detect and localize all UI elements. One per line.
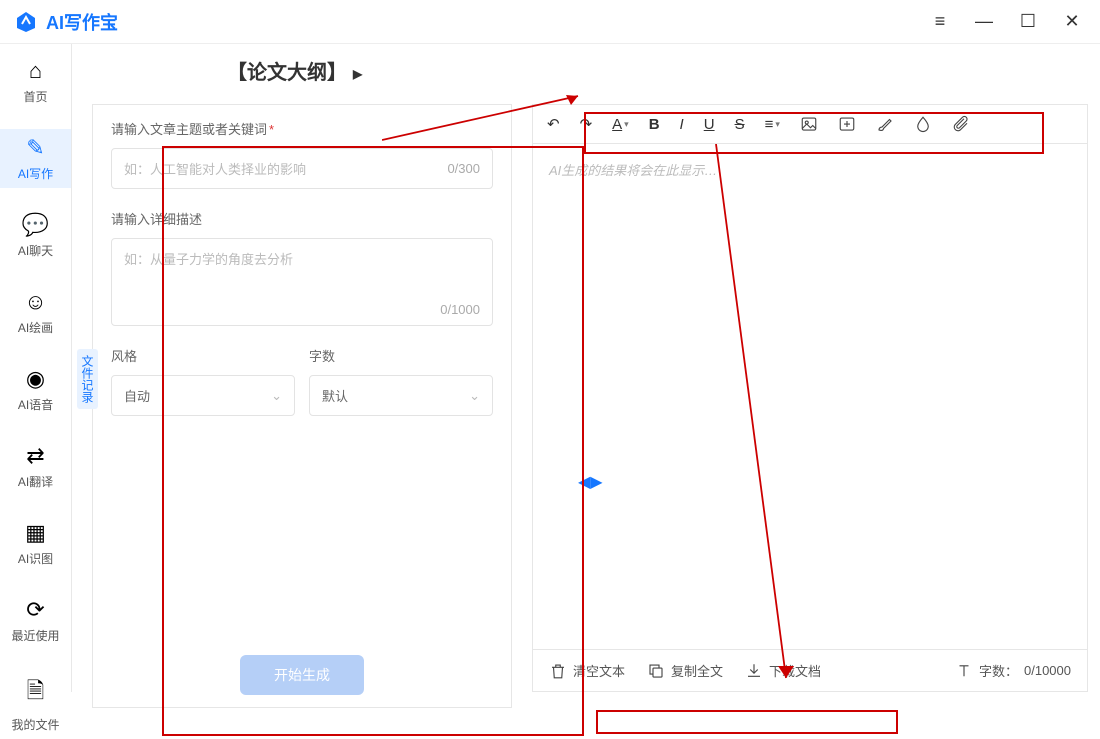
sidebar-item-label: 最近使用 (11, 627, 59, 644)
topic-label: 请输入文章主题或者关键词* (111, 119, 493, 138)
undo-button[interactable]: ↶ (547, 115, 560, 133)
italic-button[interactable]: I (680, 116, 684, 133)
trash-icon (549, 662, 567, 680)
maximize-button[interactable]: ☐ (1014, 11, 1042, 32)
window-controls: ≡ — ☐ ✕ (926, 11, 1086, 32)
minimize-button[interactable]: — (970, 11, 998, 32)
image-icon: ▦ (25, 520, 46, 546)
titlebar: AI写作宝 ≡ — ☐ ✕ (0, 0, 1100, 44)
sidebar-item-label: AI语音 (18, 396, 53, 413)
voice-icon: ◉ (26, 366, 45, 392)
topic-placeholder: 如：人工智能对人类择业的影响 (124, 159, 306, 178)
image-icon (800, 115, 818, 133)
style-select[interactable]: 自动⌄ (111, 375, 295, 416)
bottom-bar: 清空文本 复制全文 下载文档 字数：0/10000 (532, 650, 1088, 692)
strikethrough-button[interactable]: S (735, 116, 745, 133)
sidebar-item-write[interactable]: ✎ AI写作 (0, 129, 71, 188)
sidebar-item-files[interactable]: 🗎 我的文件 (0, 668, 71, 739)
style-label: 风格 (111, 346, 295, 365)
sidebar-item-label: AI翻译 (18, 473, 53, 490)
sidebar-item-label: AI聊天 (18, 242, 53, 259)
sidebar-item-draw[interactable]: ☺ AI绘画 (0, 283, 71, 342)
logo-icon (14, 10, 38, 34)
input-panel: 请输入文章主题或者关键词* 如：人工智能对人类择业的影响 0/300 请输入详细… (92, 104, 512, 708)
draw-icon: ☺ (24, 289, 46, 315)
annotation-box (596, 710, 898, 734)
history-pill[interactable]: 文件记录 (77, 349, 98, 409)
app-name: AI写作宝 (46, 9, 118, 35)
chevron-down-icon: ⌄ (271, 388, 282, 404)
menu-button[interactable]: ≡ (926, 11, 954, 32)
clear-button[interactable]: 清空文本 (549, 661, 625, 680)
translate-icon: ⇄ (26, 443, 44, 469)
sidebar-item-label: AI识图 (18, 550, 53, 567)
link-button[interactable] (838, 115, 856, 133)
detail-input[interactable]: 如：从量子力学的角度去分析 0/1000 (111, 238, 493, 326)
output-area[interactable]: AI生成的结果将会在此显示… (532, 144, 1088, 650)
paperclip-icon (952, 115, 970, 133)
sidebar-item-label: 我的文件 (11, 716, 59, 733)
app-logo: AI写作宝 (14, 9, 118, 35)
page-title[interactable]: 【论文大纲】 (227, 56, 362, 85)
font-color-button[interactable]: A (612, 116, 629, 133)
chat-icon: 💬 (22, 212, 49, 238)
home-icon: ⌂ (29, 58, 42, 84)
download-icon (745, 662, 763, 680)
copy-icon (647, 662, 665, 680)
sidebar-item-label: AI绘画 (18, 319, 53, 336)
length-select[interactable]: 默认⌄ (309, 375, 493, 416)
redo-button[interactable]: ↷ (580, 115, 593, 133)
underline-button[interactable]: U (704, 116, 715, 133)
generate-button[interactable]: 开始生成 (240, 655, 364, 695)
word-count: 字数：0/10000 (955, 661, 1071, 680)
brush-button[interactable] (876, 115, 894, 133)
detail-label: 请输入详细描述 (111, 209, 493, 228)
copy-button[interactable]: 复制全文 (647, 661, 723, 680)
text-icon (955, 662, 973, 680)
brush-icon (876, 115, 894, 133)
required-mark: * (269, 122, 274, 137)
drop-button[interactable] (914, 115, 932, 133)
sidebar-item-chat[interactable]: 💬 AI聊天 (0, 206, 71, 265)
sidebar-item-label: AI写作 (18, 165, 53, 182)
length-label: 字数 (309, 346, 493, 365)
resize-handle[interactable]: ◀▶ (578, 472, 603, 492)
chevron-down-icon: ⌄ (469, 388, 480, 404)
output-placeholder: AI生成的结果将会在此显示… (549, 163, 717, 178)
detail-placeholder: 如：从量子力学的角度去分析 (124, 252, 293, 267)
sidebar-item-translate[interactable]: ⇄ AI翻译 (0, 437, 71, 496)
droplet-icon (914, 115, 932, 133)
align-button[interactable]: ≡ (765, 116, 780, 133)
sidebar-item-home[interactable]: ⌂ 首页 (0, 52, 71, 111)
sidebar: ⌂首页 ✎AI写作 💬AI聊天 ☺AI绘画 ◉AI语音 ⇄AI翻译 ▦AI识图 … (0, 44, 72, 692)
bold-button[interactable]: B (649, 116, 660, 133)
write-icon: ✎ (26, 135, 44, 161)
sidebar-item-label: 首页 (23, 88, 47, 105)
attach-button[interactable] (952, 115, 970, 133)
image-button[interactable] (800, 115, 818, 133)
sidebar-item-recent[interactable]: ⟳ 最近使用 (0, 591, 71, 650)
files-icon: 🗎 (27, 674, 45, 712)
close-button[interactable]: ✕ (1058, 11, 1086, 32)
topic-input[interactable]: 如：人工智能对人类择业的影响 0/300 (111, 148, 493, 189)
topic-counter: 0/300 (447, 161, 480, 176)
detail-counter: 0/1000 (440, 302, 480, 317)
sidebar-item-image[interactable]: ▦ AI识图 (0, 514, 71, 573)
link-icon (838, 115, 856, 133)
recent-icon: ⟳ (26, 597, 44, 623)
download-button[interactable]: 下载文档 (745, 661, 821, 680)
editor-toolbar: ↶ ↷ A B I U S ≡ (532, 104, 1088, 144)
output-panel: ↶ ↷ A B I U S ≡ AI生成的结果将会在此显示… 清空文本 复制全文 (532, 104, 1088, 692)
sidebar-item-voice[interactable]: ◉ AI语音 (0, 360, 71, 419)
